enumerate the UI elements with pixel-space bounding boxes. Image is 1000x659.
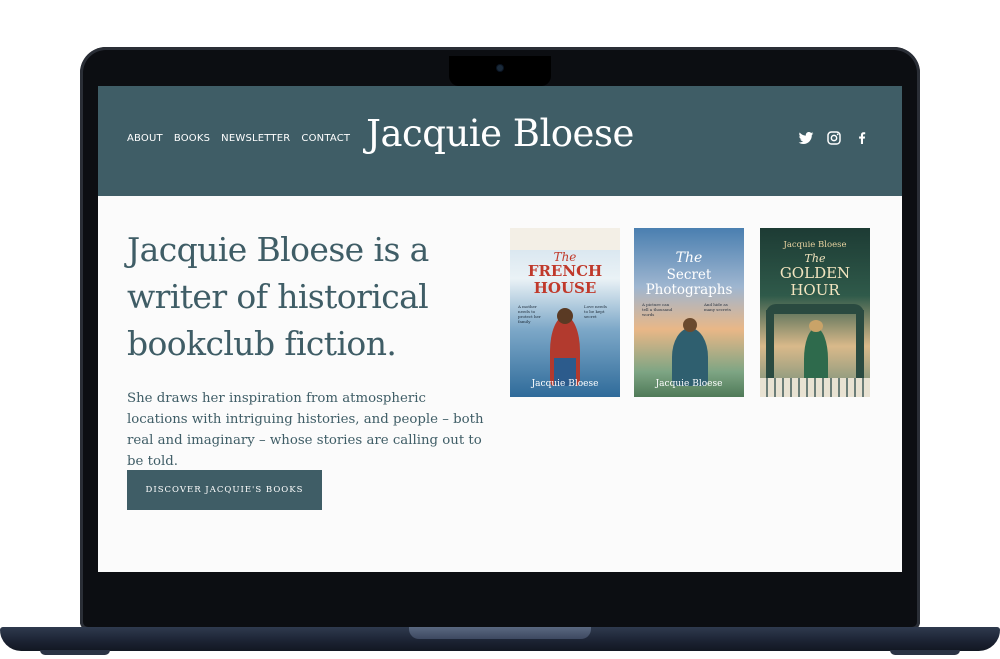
discover-books-button[interactable]: DISCOVER JACQUIE'S BOOKS: [127, 470, 322, 510]
site-title[interactable]: Jacquie Bloese: [288, 112, 712, 155]
nav-newsletter[interactable]: NEWSLETTER: [221, 133, 290, 144]
cover-author: Jacquie Bloese: [783, 240, 847, 250]
hero-heading: Jacquie Bloese is a writer of historical…: [127, 230, 429, 363]
cover-title: FRENCH HOUSE: [527, 262, 603, 297]
cover-figure-head: [683, 318, 697, 332]
website-screen: ABOUT BOOKS NEWSLETTER CONTACT Jacquie B…: [98, 86, 902, 572]
book-cover-golden-hour[interactable]: Jacquie Bloese The GOLDEN HOUR: [760, 228, 870, 397]
laptop-foot-right: [890, 650, 960, 655]
cover-title: Secret Photographs: [645, 267, 733, 298]
laptop-opening-lip: [409, 627, 591, 639]
cover-author: Jacquie Bloese: [531, 379, 599, 389]
book-cover-french-house[interactable]: The FRENCH HOUSE A mother needs to prote…: [510, 228, 620, 397]
cover-tagline-right: And hide as many secrets: [704, 302, 731, 312]
camera-notch: [449, 56, 551, 86]
camera-icon: [497, 65, 503, 71]
cover-title-prefix: The: [675, 250, 703, 266]
laptop-foot-left: [40, 650, 110, 655]
social-links: [798, 130, 870, 146]
facebook-icon[interactable]: [854, 130, 870, 146]
cover-tagline-left: A picture can tell a thousand words: [642, 302, 673, 317]
cover-tagline-right: Love needs to be kept secret: [584, 304, 607, 319]
cover-author: Jacquie Bloese: [655, 379, 723, 389]
cover-figure-hat: [809, 320, 823, 332]
site-header: ABOUT BOOKS NEWSLETTER CONTACT Jacquie B…: [98, 86, 902, 196]
hero-description: She draws her inspiration from atmospher…: [127, 391, 484, 469]
cover-balustrade: [760, 378, 870, 397]
cover-title: GOLDEN HOUR: [779, 264, 851, 299]
cover-figure-head: [557, 308, 573, 324]
cover-tagline-left: A mother needs to protect her family: [518, 304, 541, 324]
book-cover-secret-photographs[interactable]: The Secret Photographs A picture can tel…: [634, 228, 744, 397]
cover-window-top: [510, 228, 620, 250]
nav-about[interactable]: ABOUT: [127, 133, 163, 144]
nav-books[interactable]: BOOKS: [174, 133, 210, 144]
instagram-icon[interactable]: [826, 130, 842, 146]
cover-figure: [672, 328, 708, 386]
twitter-icon[interactable]: [798, 130, 814, 146]
cover-arch: [766, 304, 864, 314]
